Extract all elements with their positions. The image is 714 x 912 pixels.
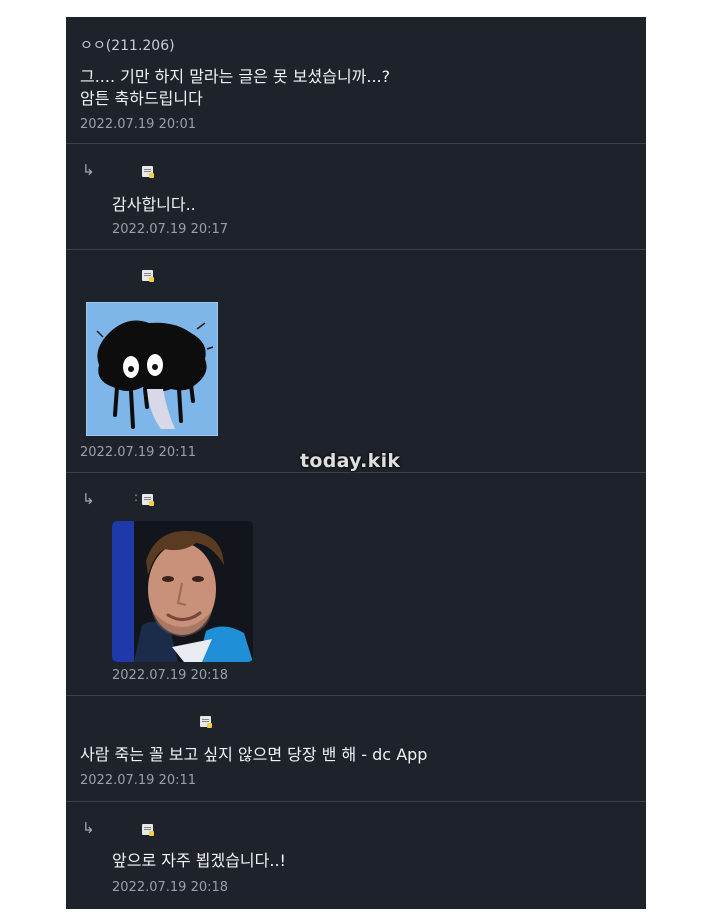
memo-icon: [142, 270, 154, 282]
comment-timestamp: 2022.07.19 20:11: [80, 773, 197, 788]
comment-timestamp: 2022.07.19 20:11: [80, 445, 197, 460]
reply-arrow-icon: ↳: [82, 161, 95, 179]
comment-timestamp: 2022.07.19 20:18: [112, 880, 229, 895]
portrait-photo-icon: [112, 521, 253, 662]
comment-list: ㅇㅇ(211.206) 그.... 기만 하지 말라는 글은 못 보셨습니까..…: [66, 17, 646, 909]
crying-blob-sticker[interactable]: [86, 302, 218, 436]
memo-icon: [142, 494, 154, 506]
comment-timestamp: 2022.07.19 20:01: [80, 117, 197, 132]
memo-icon: [200, 716, 212, 728]
comment-text: 감사합니다..: [112, 195, 196, 214]
comment-timestamp: 2022.07.19 20:18: [112, 668, 229, 683]
comment-item: ㅇㅇ(211.206) 그.... 기만 하지 말라는 글은 못 보셨습니까..…: [66, 17, 646, 144]
crying-blob-icon: [96, 320, 214, 429]
comment-text-line: 암튼 축하드립니다: [80, 89, 203, 108]
reply-item: ↳ : 2022.07.19 20:18: [66, 473, 646, 696]
reply-item: ↳ 앞으로 자주 뵙겠습니다..! 2022.07.19 20:18: [66, 802, 646, 909]
watermark: today.kik: [300, 450, 401, 472]
reply-arrow-icon: ↳: [82, 490, 95, 508]
reply-item: ↳ 감사합니다.. 2022.07.19 20:17: [66, 144, 646, 250]
author-suffix: :: [134, 490, 139, 504]
comment-text: 앞으로 자주 뵙겠습니다..!: [112, 851, 286, 870]
comment-text: 사람 죽는 꼴 보고 싶지 않으면 당장 밴 해 - dc App: [80, 745, 428, 764]
reply-arrow-icon: ↳: [82, 819, 95, 837]
comment-item: 사람 죽는 꼴 보고 싶지 않으면 당장 밴 해 - dc App 2022.0…: [66, 696, 646, 802]
memo-icon: [142, 166, 154, 178]
comment-item: 2022.07.19 20:11: [66, 250, 646, 473]
smiling-man-photo[interactable]: [112, 521, 253, 662]
comment-text-line: 그.... 기만 하지 말라는 글은 못 보셨습니까...?: [80, 67, 391, 86]
comment-author[interactable]: ㅇㅇ(211.206): [80, 35, 175, 55]
memo-icon: [142, 824, 154, 836]
comment-timestamp: 2022.07.19 20:17: [112, 222, 229, 237]
